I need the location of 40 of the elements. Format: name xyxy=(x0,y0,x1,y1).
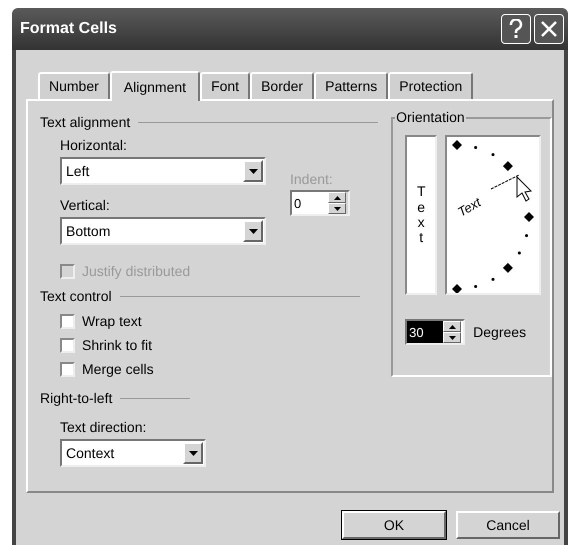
horizontal-dropdown[interactable]: Left xyxy=(60,157,266,185)
help-button[interactable] xyxy=(501,14,531,44)
caret-icon xyxy=(248,228,258,234)
field-label: Horizontal: xyxy=(60,136,128,155)
dialog-button[interactable]: Cancel xyxy=(456,511,560,539)
checkbox[interactable] xyxy=(60,314,75,328)
vertical-dropdown[interactable]: Bottom xyxy=(60,217,266,245)
close-button[interactable] xyxy=(534,14,564,44)
tab[interactable]: Number xyxy=(38,72,110,99)
close-icon xyxy=(540,20,558,38)
vertical-text: Text xyxy=(416,184,426,246)
dialog-button[interactable]: OK xyxy=(342,511,446,539)
checkbox-label: Merge cells xyxy=(82,360,154,379)
vertical-text-box[interactable]: Text xyxy=(405,135,438,295)
orientation-dial[interactable]: Text xyxy=(445,135,542,295)
checkbox[interactable] xyxy=(60,338,75,352)
cursor-icon xyxy=(516,176,532,202)
tab[interactable]: Protection xyxy=(388,72,474,99)
checkbox-label: Wrap text xyxy=(82,312,142,331)
group-heading: Text alignment xyxy=(40,112,130,132)
help-icon xyxy=(509,19,523,39)
checkbox-label: Justify distributed xyxy=(82,262,190,281)
field-label: Vertical: xyxy=(60,196,111,215)
text-direction-dropdown[interactable]: Context xyxy=(60,439,206,467)
checkbox[interactable] xyxy=(60,362,75,376)
caret-icon xyxy=(188,450,198,456)
checkbox-label: Shrink to fit xyxy=(82,336,152,354)
angle-line xyxy=(490,174,520,190)
tab[interactable]: Border xyxy=(250,72,314,99)
tab[interactable]: Patterns xyxy=(314,72,388,99)
caret-icon xyxy=(248,168,258,174)
rotated-text: Text xyxy=(455,194,484,220)
field-label: Text direction: xyxy=(60,418,148,437)
tab[interactable]: Alignment xyxy=(110,71,200,101)
field-label: Degrees xyxy=(473,322,526,342)
tab[interactable]: Font xyxy=(200,72,250,99)
group-heading: Right-to-left xyxy=(40,388,112,408)
field-label: Indent: xyxy=(290,170,334,189)
window-title: Format Cells xyxy=(20,19,118,39)
group-heading: Text control xyxy=(40,286,112,306)
